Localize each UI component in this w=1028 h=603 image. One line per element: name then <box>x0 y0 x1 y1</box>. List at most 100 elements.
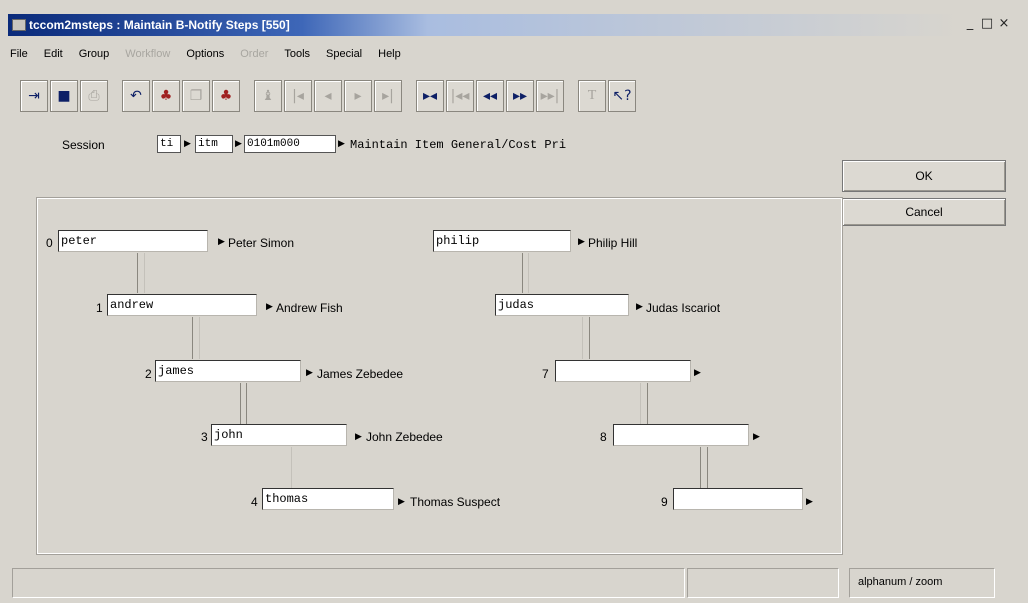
menu-edit[interactable]: Edit <box>44 48 63 66</box>
status-mode: alphanum / zoom <box>849 568 995 598</box>
text-icon[interactable]: T <box>578 80 606 112</box>
find-icon[interactable]: ♝ <box>254 80 282 112</box>
menu-special[interactable]: Special <box>326 48 362 66</box>
zoom-arrow-icon[interactable]: ▶ <box>806 497 813 507</box>
step-field[interactable] <box>613 424 749 446</box>
window-title: tccom2msteps : Maintain B-Notify Steps [… <box>29 18 290 32</box>
window-controls: _ □ × <box>962 16 1012 31</box>
zoom-arrow-icon[interactable]: ▶ <box>235 139 242 149</box>
menu-tools[interactable]: Tools <box>284 48 310 66</box>
menu-group[interactable]: Group <box>79 48 110 66</box>
maximize-icon[interactable]: □ <box>979 16 995 31</box>
zoom-arrow-icon[interactable]: ▶ <box>338 139 345 149</box>
print-icon[interactable]: ⎙ <box>80 80 108 112</box>
menu-workflow: Workflow <box>125 48 171 60</box>
step-connector <box>589 317 590 359</box>
zoom-arrow-icon[interactable]: ▶ <box>306 368 313 378</box>
step-field[interactable]: peter <box>58 230 208 252</box>
step-description: Philip Hill <box>588 236 638 250</box>
new-group-icon[interactable]: ♣ <box>152 80 180 112</box>
ok-button[interactable]: OK <box>842 160 1006 192</box>
step-field[interactable]: james <box>155 360 301 382</box>
step-field[interactable]: philip <box>433 230 571 252</box>
zoom-arrow-icon[interactable]: ▶ <box>184 139 191 149</box>
zoom-arrow-icon[interactable]: ▶ <box>578 237 585 247</box>
menu-order: Order <box>240 48 269 60</box>
step-number: 4 <box>251 495 258 509</box>
step-connector <box>137 253 138 293</box>
previous-set-icon[interactable]: ◂◂ <box>476 80 504 112</box>
next-set-icon[interactable]: ▸▸ <box>506 80 534 112</box>
step-connector <box>199 317 200 359</box>
cancel-button[interactable]: Cancel <box>842 198 1006 226</box>
last-record-icon[interactable]: ▸| <box>374 80 402 112</box>
step-connector <box>528 253 529 293</box>
step-connector <box>647 383 648 425</box>
session-description: Maintain Item General/Cost Pri <box>350 138 567 152</box>
first-record-icon[interactable]: |◂ <box>284 80 312 112</box>
step-number: 2 <box>145 367 152 381</box>
step-connector <box>700 447 701 489</box>
status-message <box>12 568 685 598</box>
step-number: 1 <box>96 301 103 315</box>
last-set-icon[interactable]: ▸▸| <box>536 80 564 112</box>
step-field[interactable] <box>673 488 803 510</box>
step-number: 7 <box>542 367 549 381</box>
zoom-arrow-icon[interactable]: ▶ <box>398 497 405 507</box>
copy-icon[interactable]: ❐ <box>182 80 210 112</box>
step-description: Andrew Fish <box>276 301 343 315</box>
toolbar: ⇥ ■ ⎙ ↶ ♣ ❐ ♣ ♝ |◂ ◂ ▸ ▸| ▸◂ |◂◂ ◂◂ ▸▸ ▸… <box>20 78 638 114</box>
step-description: Peter Simon <box>228 236 295 250</box>
step-number: 8 <box>600 430 607 444</box>
step-connector <box>144 253 145 293</box>
menu-file[interactable]: File <box>10 48 28 66</box>
step-field[interactable]: judas <box>495 294 629 316</box>
session-package-field[interactable]: ti <box>157 135 181 153</box>
exit-icon[interactable]: ⇥ <box>20 80 48 112</box>
help-icon[interactable]: ↖? <box>608 80 636 112</box>
delete-group-icon[interactable]: ♣ <box>212 80 240 112</box>
app-icon <box>12 19 26 31</box>
step-connector <box>246 383 247 425</box>
step-description: John Zebedee <box>366 430 443 444</box>
step-field[interactable]: john <box>211 424 347 446</box>
zoom-arrow-icon[interactable]: ▶ <box>218 237 225 247</box>
step-description: Judas Iscariot <box>646 301 721 315</box>
step-description: James Zebedee <box>317 367 404 381</box>
step-field[interactable]: thomas <box>262 488 394 510</box>
step-connector <box>192 317 193 359</box>
previous-record-icon[interactable]: ◂ <box>314 80 342 112</box>
session-label: Session <box>62 138 105 152</box>
step-connector <box>240 383 241 425</box>
step-connector <box>707 447 708 489</box>
first-set-icon[interactable]: |◂◂ <box>446 80 474 112</box>
first-group-icon[interactable]: ▸◂ <box>416 80 444 112</box>
step-connector <box>522 253 523 293</box>
step-field[interactable] <box>555 360 691 382</box>
zoom-arrow-icon[interactable]: ▶ <box>266 302 273 312</box>
step-connector <box>291 447 292 489</box>
minimize-icon[interactable]: _ <box>962 16 978 31</box>
step-field[interactable]: andrew <box>107 294 257 316</box>
step-connector <box>582 317 583 359</box>
zoom-arrow-icon[interactable]: ▶ <box>636 302 643 312</box>
zoom-arrow-icon[interactable]: ▶ <box>355 432 362 442</box>
step-description: Thomas Suspect <box>410 495 501 509</box>
save-icon[interactable]: ■ <box>50 80 78 112</box>
status-cell <box>687 568 839 598</box>
step-number: 0 <box>46 236 53 250</box>
step-number: 3 <box>201 430 208 444</box>
step-number: 9 <box>661 495 668 509</box>
next-record-icon[interactable]: ▸ <box>344 80 372 112</box>
close-icon[interactable]: × <box>996 16 1012 31</box>
undo-icon[interactable]: ↶ <box>122 80 150 112</box>
title-bar[interactable]: tccom2msteps : Maintain B-Notify Steps [… <box>8 14 428 36</box>
menu-options[interactable]: Options <box>186 48 224 66</box>
session-module-field[interactable]: itm <box>195 135 233 153</box>
zoom-arrow-icon[interactable]: ▶ <box>753 432 760 442</box>
menu-help[interactable]: Help <box>378 48 401 66</box>
zoom-arrow-icon[interactable]: ▶ <box>694 368 701 378</box>
title-bar-extension[interactable] <box>428 14 958 36</box>
session-code-field[interactable]: 0101m000 <box>244 135 336 153</box>
menu-bar: File Edit Group Workflow Options Order T… <box>10 48 401 66</box>
